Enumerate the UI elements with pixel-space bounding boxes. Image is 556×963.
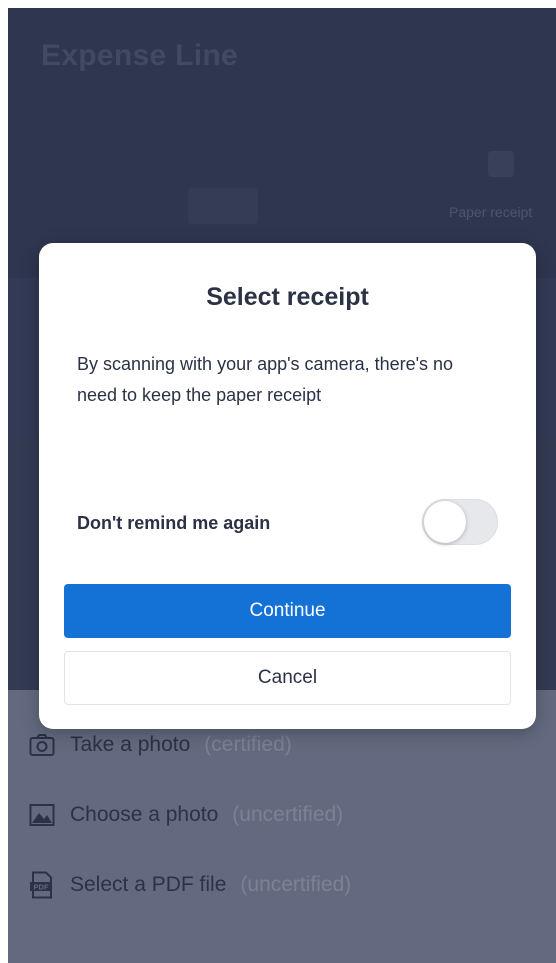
pdf-icon: PDF <box>28 871 56 899</box>
take-photo-label: Take a photo <box>70 733 191 756</box>
cancel-button[interactable]: Cancel <box>64 651 511 705</box>
select-pdf-note: (uncertified) <box>240 873 352 896</box>
screen: Expense Line Paper receipt Take a photo … <box>8 8 556 963</box>
take-photo-option[interactable]: Take a photo (certified) <box>28 731 292 759</box>
receipt-tab-left <box>188 188 258 224</box>
choose-photo-label: Choose a photo <box>70 803 219 826</box>
toggle-knob <box>424 501 466 543</box>
dont-remind-toggle[interactable] <box>422 499 498 545</box>
continue-button[interactable]: Continue <box>64 584 511 638</box>
select-pdf-option[interactable]: PDF Select a PDF file (uncertified) <box>28 871 351 899</box>
page-title: Expense Line <box>41 39 239 72</box>
dont-remind-label: Don't remind me again <box>77 513 271 533</box>
camera-icon <box>28 731 56 759</box>
image-icon <box>28 801 56 829</box>
select-receipt-dialog: Select receipt By scanning with your app… <box>39 243 536 729</box>
select-pdf-label: Select a PDF file <box>70 873 227 896</box>
tab-paper-receipt: Paper receipt <box>449 204 533 220</box>
pdf-icon-text: PDF <box>34 883 49 892</box>
dialog-title: Select receipt <box>206 283 369 311</box>
background-header: Expense Line Paper receipt <box>8 8 556 278</box>
take-photo-note: (certified) <box>204 733 292 756</box>
dialog-message: By scanning with your app's camera, ther… <box>77 354 454 405</box>
choose-photo-note: (uncertified) <box>232 803 344 826</box>
paper-receipt-icon <box>488 151 514 177</box>
choose-photo-option[interactable]: Choose a photo (uncertified) <box>28 801 343 829</box>
